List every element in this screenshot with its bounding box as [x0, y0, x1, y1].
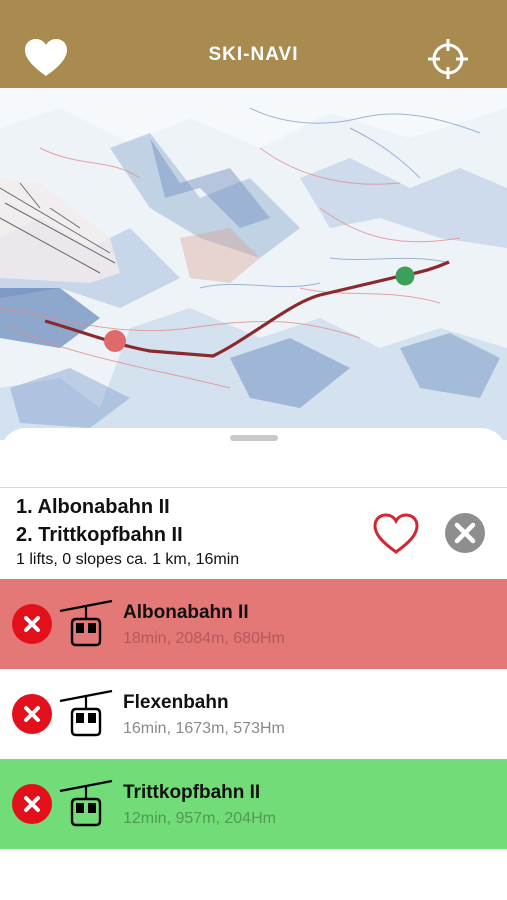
end-marker	[395, 266, 415, 286]
segment-row-trittkopfbahn[interactable]: Trittkopfbahn II 12min, 957m, 204Hm	[0, 759, 507, 849]
divider	[0, 487, 507, 488]
gondola-icon	[59, 689, 113, 737]
close-route-icon[interactable]	[444, 512, 486, 554]
app-header: SKI-NAVI	[0, 0, 507, 88]
favorite-route-heart-icon[interactable]	[373, 513, 419, 555]
segment-row-flexenbahn[interactable]: Flexenbahn 16min, 1673m, 573Hm	[0, 669, 507, 759]
segment-title: Albonabahn II	[123, 602, 249, 623]
ski-map-canvas	[0, 88, 507, 440]
ski-map[interactable]	[0, 88, 507, 440]
remove-segment-icon[interactable]	[12, 784, 52, 824]
crosshair-icon[interactable]	[426, 38, 470, 80]
segment-title: Trittkopfbahn II	[123, 782, 261, 803]
gondola-icon	[59, 599, 113, 647]
segment-title: Flexenbahn	[123, 692, 229, 713]
gondola-icon	[59, 779, 113, 827]
remove-segment-icon[interactable]	[12, 694, 52, 734]
route-step-2: 2. Trittkopfbahn II	[16, 524, 183, 546]
segment-detail: 16min, 1673m, 573Hm	[123, 720, 285, 737]
segment-detail: 18min, 2084m, 680Hm	[123, 630, 285, 647]
sheet-drag-handle[interactable]	[230, 435, 278, 441]
segment-detail: 12min, 957m, 204Hm	[123, 810, 276, 827]
route-step-1: 1. Albonabahn II	[16, 496, 170, 518]
remove-segment-icon[interactable]	[12, 604, 52, 644]
segment-row-albonabahn[interactable]: Albonabahn II 18min, 2084m, 680Hm	[0, 579, 507, 669]
route-summary: 1 lifts, 0 slopes ca. 1 km, 16min	[16, 551, 240, 568]
start-marker	[104, 330, 126, 352]
